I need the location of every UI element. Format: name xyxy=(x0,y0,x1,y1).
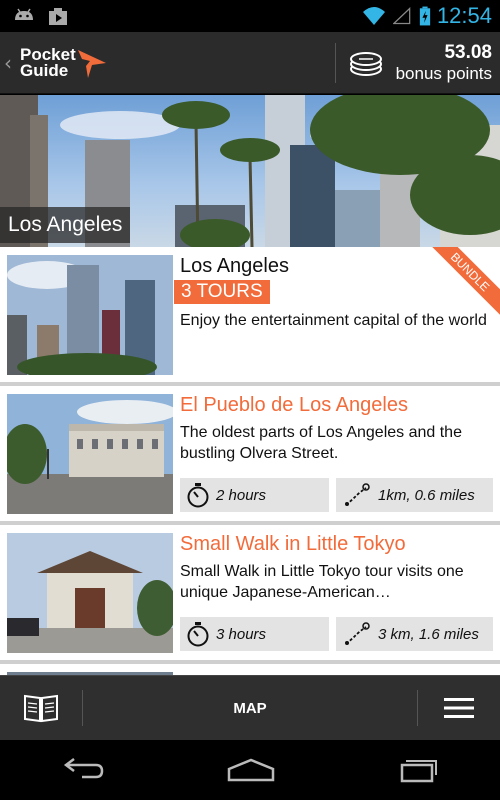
distance-text: 1km, 0.6 miles xyxy=(378,486,475,504)
tour-card[interactable]: El Pueblo de Los Angeles The oldest part… xyxy=(0,386,500,525)
map-button[interactable]: MAP xyxy=(83,700,417,717)
city-hero-image: Los Angeles xyxy=(0,95,500,247)
tour-description: Small Walk in Little Tokyo tour visits o… xyxy=(180,563,464,601)
bottom-toolbar: MAP xyxy=(0,675,500,740)
tour-card-bundle[interactable]: Los Angeles 3 TOURS BUNDLE Enjoy the ent… xyxy=(0,247,500,386)
duration-text: 2 hours xyxy=(216,486,267,504)
logo-line2: Guide xyxy=(20,60,69,80)
clock: 12:54 xyxy=(436,3,492,28)
route-icon xyxy=(345,622,370,645)
coin-stack-icon[interactable] xyxy=(344,43,388,83)
header-divider xyxy=(334,42,336,83)
signal-icon xyxy=(392,7,411,25)
tour-card[interactable]: Small Walk in Little Tokyo Small Walk in… xyxy=(0,525,500,664)
pocketguide-logo[interactable]: Pocket Guide xyxy=(20,46,110,80)
wifi-icon xyxy=(362,7,385,25)
tour-card-partial[interactable] xyxy=(0,664,500,675)
duration-chip: 3 hours xyxy=(180,617,329,651)
battery-icon xyxy=(419,6,431,26)
distance-chip: 3 km, 1.6 miles xyxy=(336,617,493,651)
book-icon xyxy=(24,694,58,723)
play-store-icon xyxy=(49,8,67,25)
tour-title: Small Walk in Little Tokyo xyxy=(180,533,406,555)
guidebook-button[interactable] xyxy=(0,676,82,741)
tour-title: Los Angeles xyxy=(180,255,289,277)
tour-title: El Pueblo de Los Angeles xyxy=(180,394,408,416)
duration-text: 3 hours xyxy=(216,625,267,643)
tour-thumbnail xyxy=(7,255,173,375)
points-label: bonus points xyxy=(395,63,492,83)
home-icon[interactable] xyxy=(226,757,276,783)
recent-apps-icon[interactable] xyxy=(396,757,440,783)
hero-city-title: Los Angeles xyxy=(0,207,131,243)
menu-icon xyxy=(444,698,474,718)
bonus-points[interactable]: 53.08 bonus points xyxy=(396,42,500,84)
stopwatch-icon xyxy=(187,622,209,647)
system-nav-bar xyxy=(0,740,500,800)
stopwatch-icon xyxy=(187,483,209,508)
tour-list[interactable]: Los Angeles 3 TOURS BUNDLE Enjoy the ent… xyxy=(0,247,500,675)
android-icon xyxy=(15,8,33,20)
tour-thumbnail xyxy=(7,394,173,514)
tour-description: The oldest parts of Los Angeles and the … xyxy=(180,424,462,462)
status-bar: 12:54 xyxy=(0,0,500,32)
tour-thumbnail xyxy=(7,533,173,653)
back-icon[interactable] xyxy=(60,757,106,783)
back-chevron-icon[interactable]: ‹ xyxy=(4,51,18,75)
duration-chip: 2 hours xyxy=(180,478,329,512)
menu-button[interactable] xyxy=(418,676,500,741)
tours-count-badge: 3 TOURS xyxy=(174,280,270,304)
route-icon xyxy=(345,483,370,506)
tour-description: Enjoy the entertainment capital of the w… xyxy=(180,312,487,329)
logo-arrow-icon xyxy=(77,49,106,78)
points-value: 53.08 xyxy=(444,41,492,63)
app-header: ‹ Pocket Guide 53.08 bonus points xyxy=(0,32,500,94)
distance-chip: 1km, 0.6 miles xyxy=(336,478,493,512)
distance-text: 3 km, 1.6 miles xyxy=(378,625,479,643)
